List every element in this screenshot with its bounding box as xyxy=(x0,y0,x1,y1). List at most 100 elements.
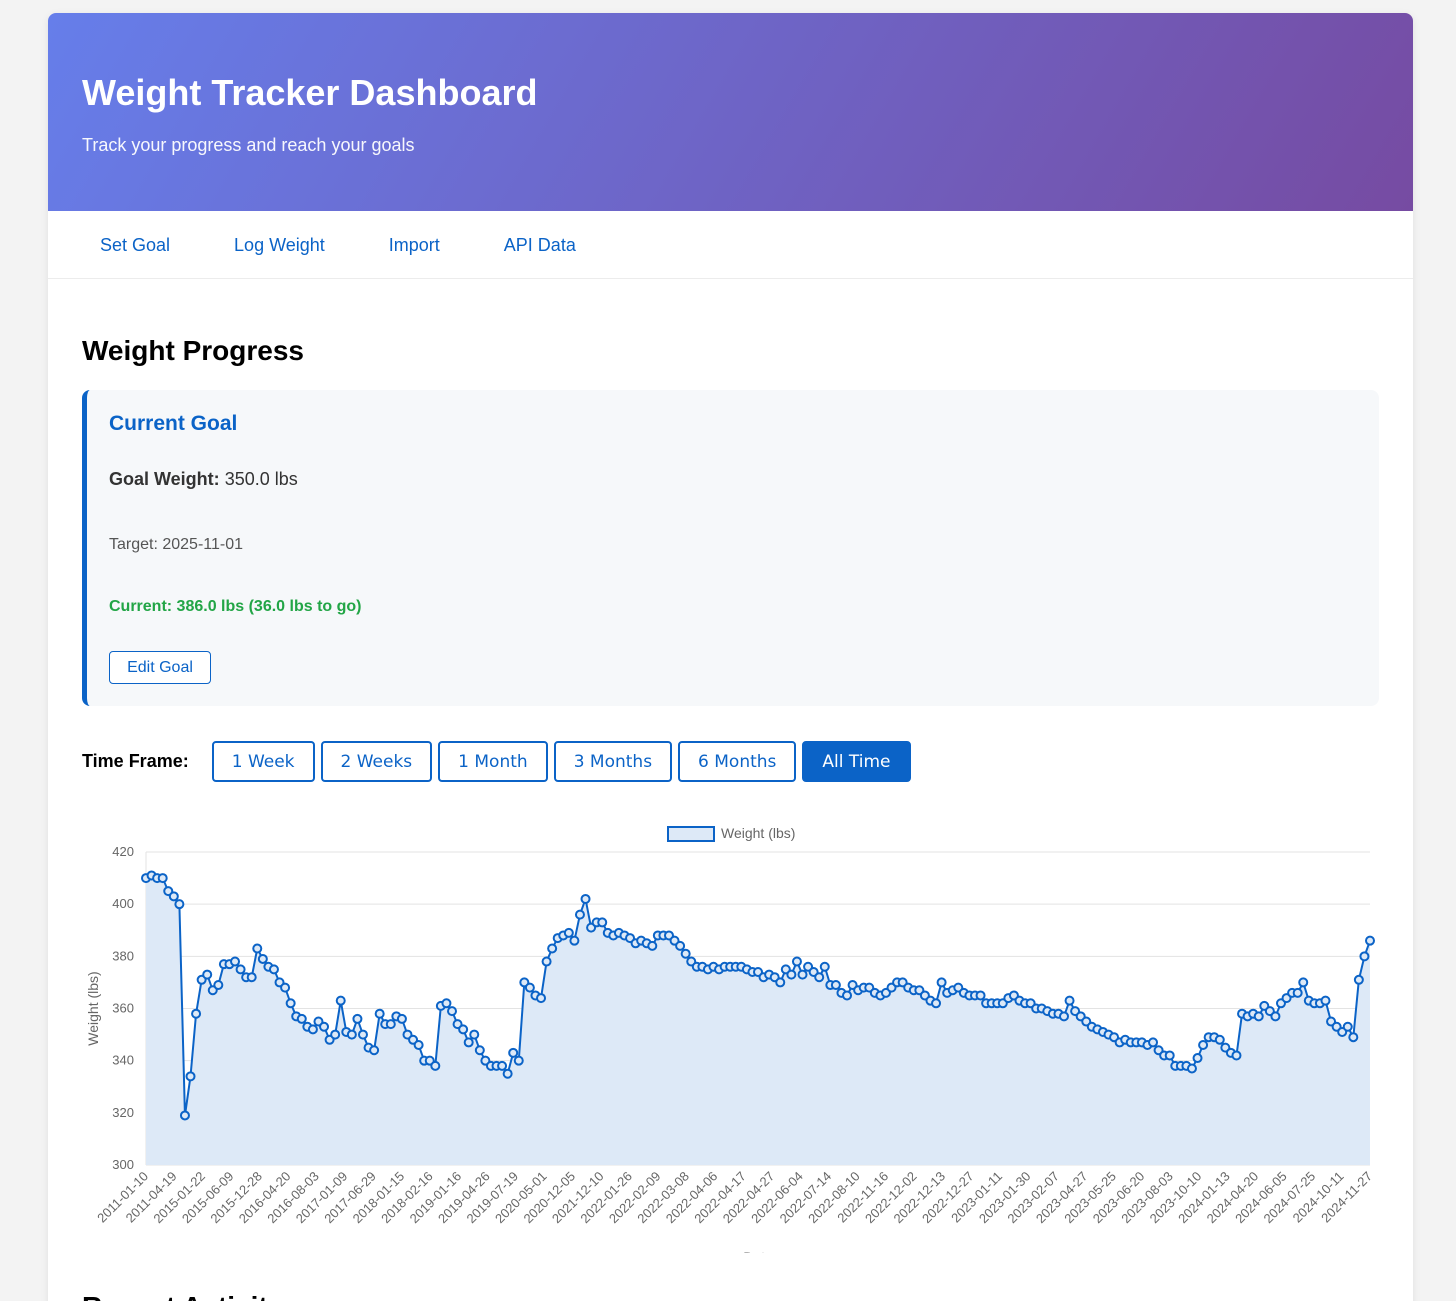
data-point xyxy=(797,969,808,980)
timeframe-label: Time Frame: xyxy=(82,751,189,771)
x-axis-title: Date xyxy=(743,1249,773,1253)
data-point xyxy=(1253,1011,1264,1022)
data-point xyxy=(346,1029,357,1040)
data-point xyxy=(469,1029,480,1040)
data-point xyxy=(369,1045,380,1056)
data-point xyxy=(1270,1011,1281,1022)
main-content: Weight Progress Current Goal Goal Weight… xyxy=(48,334,1413,782)
data-point xyxy=(296,1013,307,1024)
data-point xyxy=(502,1068,513,1079)
data-point xyxy=(396,1013,407,1024)
timeframe-all-time-button[interactable]: All Time xyxy=(802,741,911,782)
data-point xyxy=(1348,1032,1359,1043)
data-point xyxy=(508,1047,519,1058)
page-title: Weight Tracker Dashboard xyxy=(82,72,538,113)
nav-set-goal[interactable]: Set Goal xyxy=(68,211,202,279)
section-title-weight-progress: Weight Progress xyxy=(82,335,304,366)
section-title-recent-activity: Recent Activity xyxy=(82,1291,283,1301)
data-point xyxy=(975,990,986,1001)
timeframe-2-weeks-button[interactable]: 2 Weeks xyxy=(320,741,433,782)
data-point xyxy=(597,917,608,928)
data-point xyxy=(213,980,224,991)
data-point xyxy=(257,953,268,964)
timeframe-3-months-button[interactable]: 3 Months xyxy=(553,741,673,782)
main-nav: Set Goal Log Weight Import API Data xyxy=(48,211,1413,279)
data-point xyxy=(1198,1040,1209,1051)
weight-chart: 300 320 340 360 380 400 420 2011-01-10 2011-04-1… xyxy=(82,798,1382,1265)
data-point xyxy=(1365,935,1375,946)
data-point xyxy=(357,1029,368,1040)
goal-card: Current Goal Goal Weight: 350.0 lbs Targ… xyxy=(82,390,1379,706)
data-point xyxy=(574,909,585,920)
nav-import[interactable]: Import xyxy=(357,211,472,279)
data-point xyxy=(157,873,168,884)
data-point xyxy=(569,935,580,946)
data-point xyxy=(230,956,241,967)
nav-log-weight[interactable]: Log Weight xyxy=(202,211,357,279)
data-point xyxy=(268,964,279,975)
app-window: Weight Tracker Dashboard Track your prog… xyxy=(48,13,1413,1301)
goal-current-status: Current: 386.0 lbs (36.0 lbs to go) xyxy=(109,598,362,615)
nav-api-data[interactable]: API Data xyxy=(472,211,608,279)
data-point xyxy=(1231,1050,1242,1061)
goal-weight-row: Goal Weight: 350.0 lbs xyxy=(109,469,1357,490)
data-point xyxy=(174,899,185,910)
data-point xyxy=(1353,974,1364,985)
data-point xyxy=(413,1040,424,1051)
timeframe-1-week-button[interactable]: 1 Week xyxy=(211,741,315,782)
data-point xyxy=(179,1110,190,1121)
timeframe-1-month-button[interactable]: 1 Month xyxy=(438,741,548,782)
data-point xyxy=(513,1055,524,1066)
y-tick-label: 360 xyxy=(112,1001,134,1016)
data-point xyxy=(307,1024,318,1035)
data-point xyxy=(680,948,691,959)
data-point xyxy=(1192,1053,1203,1064)
data-point xyxy=(1292,987,1303,998)
page-subtitle: Track your progress and reach your goals xyxy=(82,135,415,155)
data-point xyxy=(1342,1021,1353,1032)
y-tick-label: 320 xyxy=(112,1105,134,1120)
data-point xyxy=(330,1029,341,1040)
data-point xyxy=(541,956,552,967)
data-point xyxy=(547,943,558,954)
data-point xyxy=(497,1060,508,1071)
data-point xyxy=(563,927,574,938)
timeframe-6-months-button[interactable]: 6 Months xyxy=(678,741,797,782)
data-point xyxy=(285,998,296,1009)
data-point xyxy=(246,972,257,983)
data-point xyxy=(252,943,263,954)
data-point xyxy=(830,980,841,991)
y-axis-title: Weight (lbs) xyxy=(85,971,101,1045)
data-point xyxy=(1164,1050,1175,1061)
data-point xyxy=(675,940,686,951)
data-point xyxy=(791,956,802,967)
edit-goal-button[interactable]: Edit Goal xyxy=(109,651,211,684)
data-point xyxy=(474,1045,485,1056)
data-point xyxy=(1298,977,1309,988)
timeframe-selector: Time Frame: 1 Week 2 Weeks 1 Month 3 Mon… xyxy=(82,741,1379,782)
header-banner: Weight Tracker Dashboard Track your prog… xyxy=(48,13,1413,211)
data-point xyxy=(524,982,535,993)
data-point xyxy=(1186,1063,1197,1074)
data-point xyxy=(647,940,658,951)
legend-label: Weight (lbs) xyxy=(721,825,795,841)
data-point xyxy=(185,1071,196,1082)
data-point xyxy=(786,969,797,980)
data-point xyxy=(936,977,947,988)
data-point xyxy=(775,977,786,988)
y-tick-label: 340 xyxy=(112,1053,134,1068)
goal-target-date: Target: 2025-11-01 xyxy=(109,536,244,553)
data-point xyxy=(1064,995,1075,1006)
data-point xyxy=(441,998,452,1009)
data-point xyxy=(819,961,830,972)
data-point xyxy=(1359,951,1370,962)
data-point xyxy=(352,1013,363,1024)
data-point xyxy=(202,969,213,980)
data-point xyxy=(842,990,853,1001)
data-point xyxy=(319,1021,330,1032)
y-tick-label: 400 xyxy=(112,896,134,911)
series-fill-area xyxy=(146,875,1370,1165)
weight-chart-svg: 3003203403603804004202011-01-102011-04-1… xyxy=(85,825,1375,1265)
data-point xyxy=(430,1060,441,1071)
data-point xyxy=(1059,1011,1069,1022)
